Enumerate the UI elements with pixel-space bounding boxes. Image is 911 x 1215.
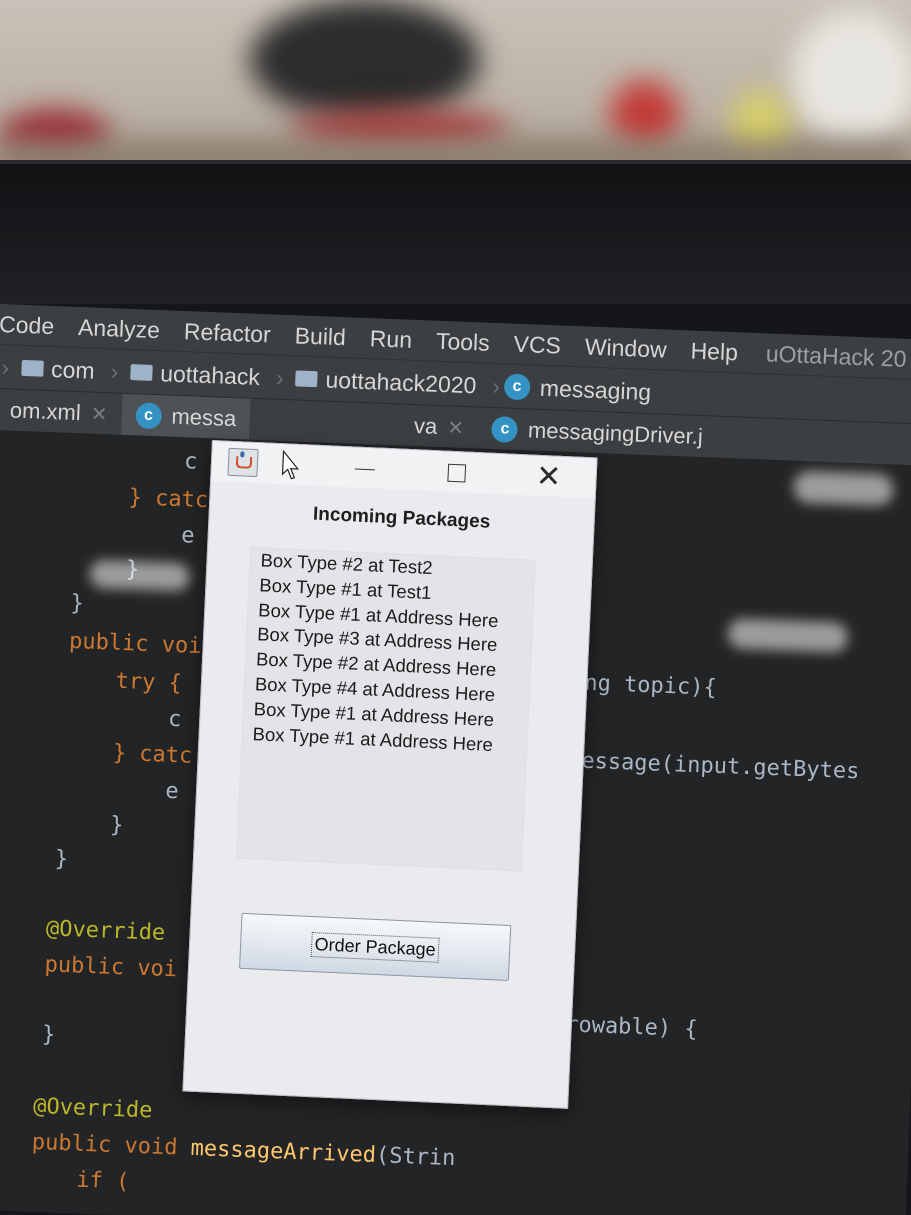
java-icon-cup [235,456,253,469]
breadcrumb-separator: › [491,372,501,399]
code-line: public void messageArrived(Strin [31,1130,456,1171]
code-line: } [70,590,85,617]
background-person [250,0,480,120]
menu-window[interactable]: Window [584,333,667,363]
menu-help[interactable]: Help [690,337,738,366]
code-line: e [164,778,180,805]
menu-tools[interactable]: Tools [436,327,491,356]
code-line: } [109,812,124,839]
code-line: tMessage(input.getBytes [554,747,860,785]
menu-build[interactable]: Build [294,322,346,351]
tab-label: om.xml [9,397,82,426]
tab-java-file[interactable]: va ✕ [399,404,479,449]
code-line: c [183,449,198,475]
code-line: } [54,846,69,873]
code-line: try { [115,668,183,697]
code-line: public voi [44,952,178,983]
order-package-label: Order Package [311,931,440,963]
close-icon[interactable]: ✕ [535,460,562,494]
java-icon [227,447,259,478]
menu-run[interactable]: Run [369,325,412,354]
code-line: public voi [68,628,202,659]
breadcrumb-item-uottahack[interactable]: uottahack [122,358,261,390]
breadcrumb-label: uottahack2020 [325,366,477,398]
breadcrumb-label: messaging [539,374,652,405]
photo-scene: Code Analyze Refactor Build Run Tools VC… [0,0,911,1215]
breadcrumb-item-uottahack2020[interactable]: uottahack2020 [287,365,477,399]
class-icon: c [503,373,531,401]
menu-analyze[interactable]: Analyze [78,314,161,344]
class-icon: c [491,415,519,443]
breadcrumb-item-messaging[interactable]: c messaging [503,373,652,406]
screen-glare [792,470,895,507]
minimize-icon[interactable] [351,455,378,482]
code-line: } catc [112,740,193,769]
menu-code[interactable]: Code [0,310,55,339]
folder-icon [295,370,318,388]
code-line: c [167,706,182,733]
code-line: if ( [75,1167,130,1195]
code-line: e [180,523,195,549]
tab-label: va [413,412,438,439]
incoming-packages-window: ✕ Incoming Packages Box Type #2 at Test2… [182,440,598,1109]
app-title: uOttaHack 20 [765,339,907,372]
breadcrumb-separator: › [110,357,119,385]
code-line: @Override [45,916,166,946]
breadcrumb-label: uottahack [159,359,261,390]
blurred-room-background [0,0,911,185]
breadcrumb-label: com [50,355,96,384]
page-title: Incoming Packages [312,503,491,533]
tab-label: messa [170,403,237,432]
code-keyword: public void [31,1129,178,1161]
background-window-light [790,10,911,150]
code-line: } [41,1022,56,1048]
menu-vcs[interactable]: VCS [513,330,561,359]
tab-label: messagingDriver.j [527,417,704,450]
breadcrumb-separator: › [275,364,285,391]
folder-icon [129,364,153,381]
monitor-top-area [0,164,911,304]
menu-refactor[interactable]: Refactor [183,318,271,348]
screen-glare [727,618,849,653]
maximize-icon[interactable] [443,460,470,487]
folder-icon [20,359,44,377]
screen-glare [89,559,191,592]
close-icon[interactable]: ✕ [447,415,465,441]
cursor-icon [281,450,300,480]
code-text: (Strin [375,1143,456,1172]
class-icon: c [134,402,162,430]
order-package-button[interactable]: Order Package [239,912,512,982]
package-list[interactable]: Box Type #2 at Test2 Box Type #1 at Test… [236,546,536,872]
code-function: messageArrived [190,1135,377,1169]
close-icon[interactable]: ✕ [90,401,108,427]
breadcrumb-item-com[interactable]: com [13,354,95,384]
code-line: @Override [32,1093,153,1124]
tab-messaging[interactable]: c messa [120,393,252,441]
code-line: } catc [128,485,209,514]
breadcrumb-separator: › [1,353,10,380]
tab-pom-xml[interactable]: om.xml ✕ [0,389,122,436]
